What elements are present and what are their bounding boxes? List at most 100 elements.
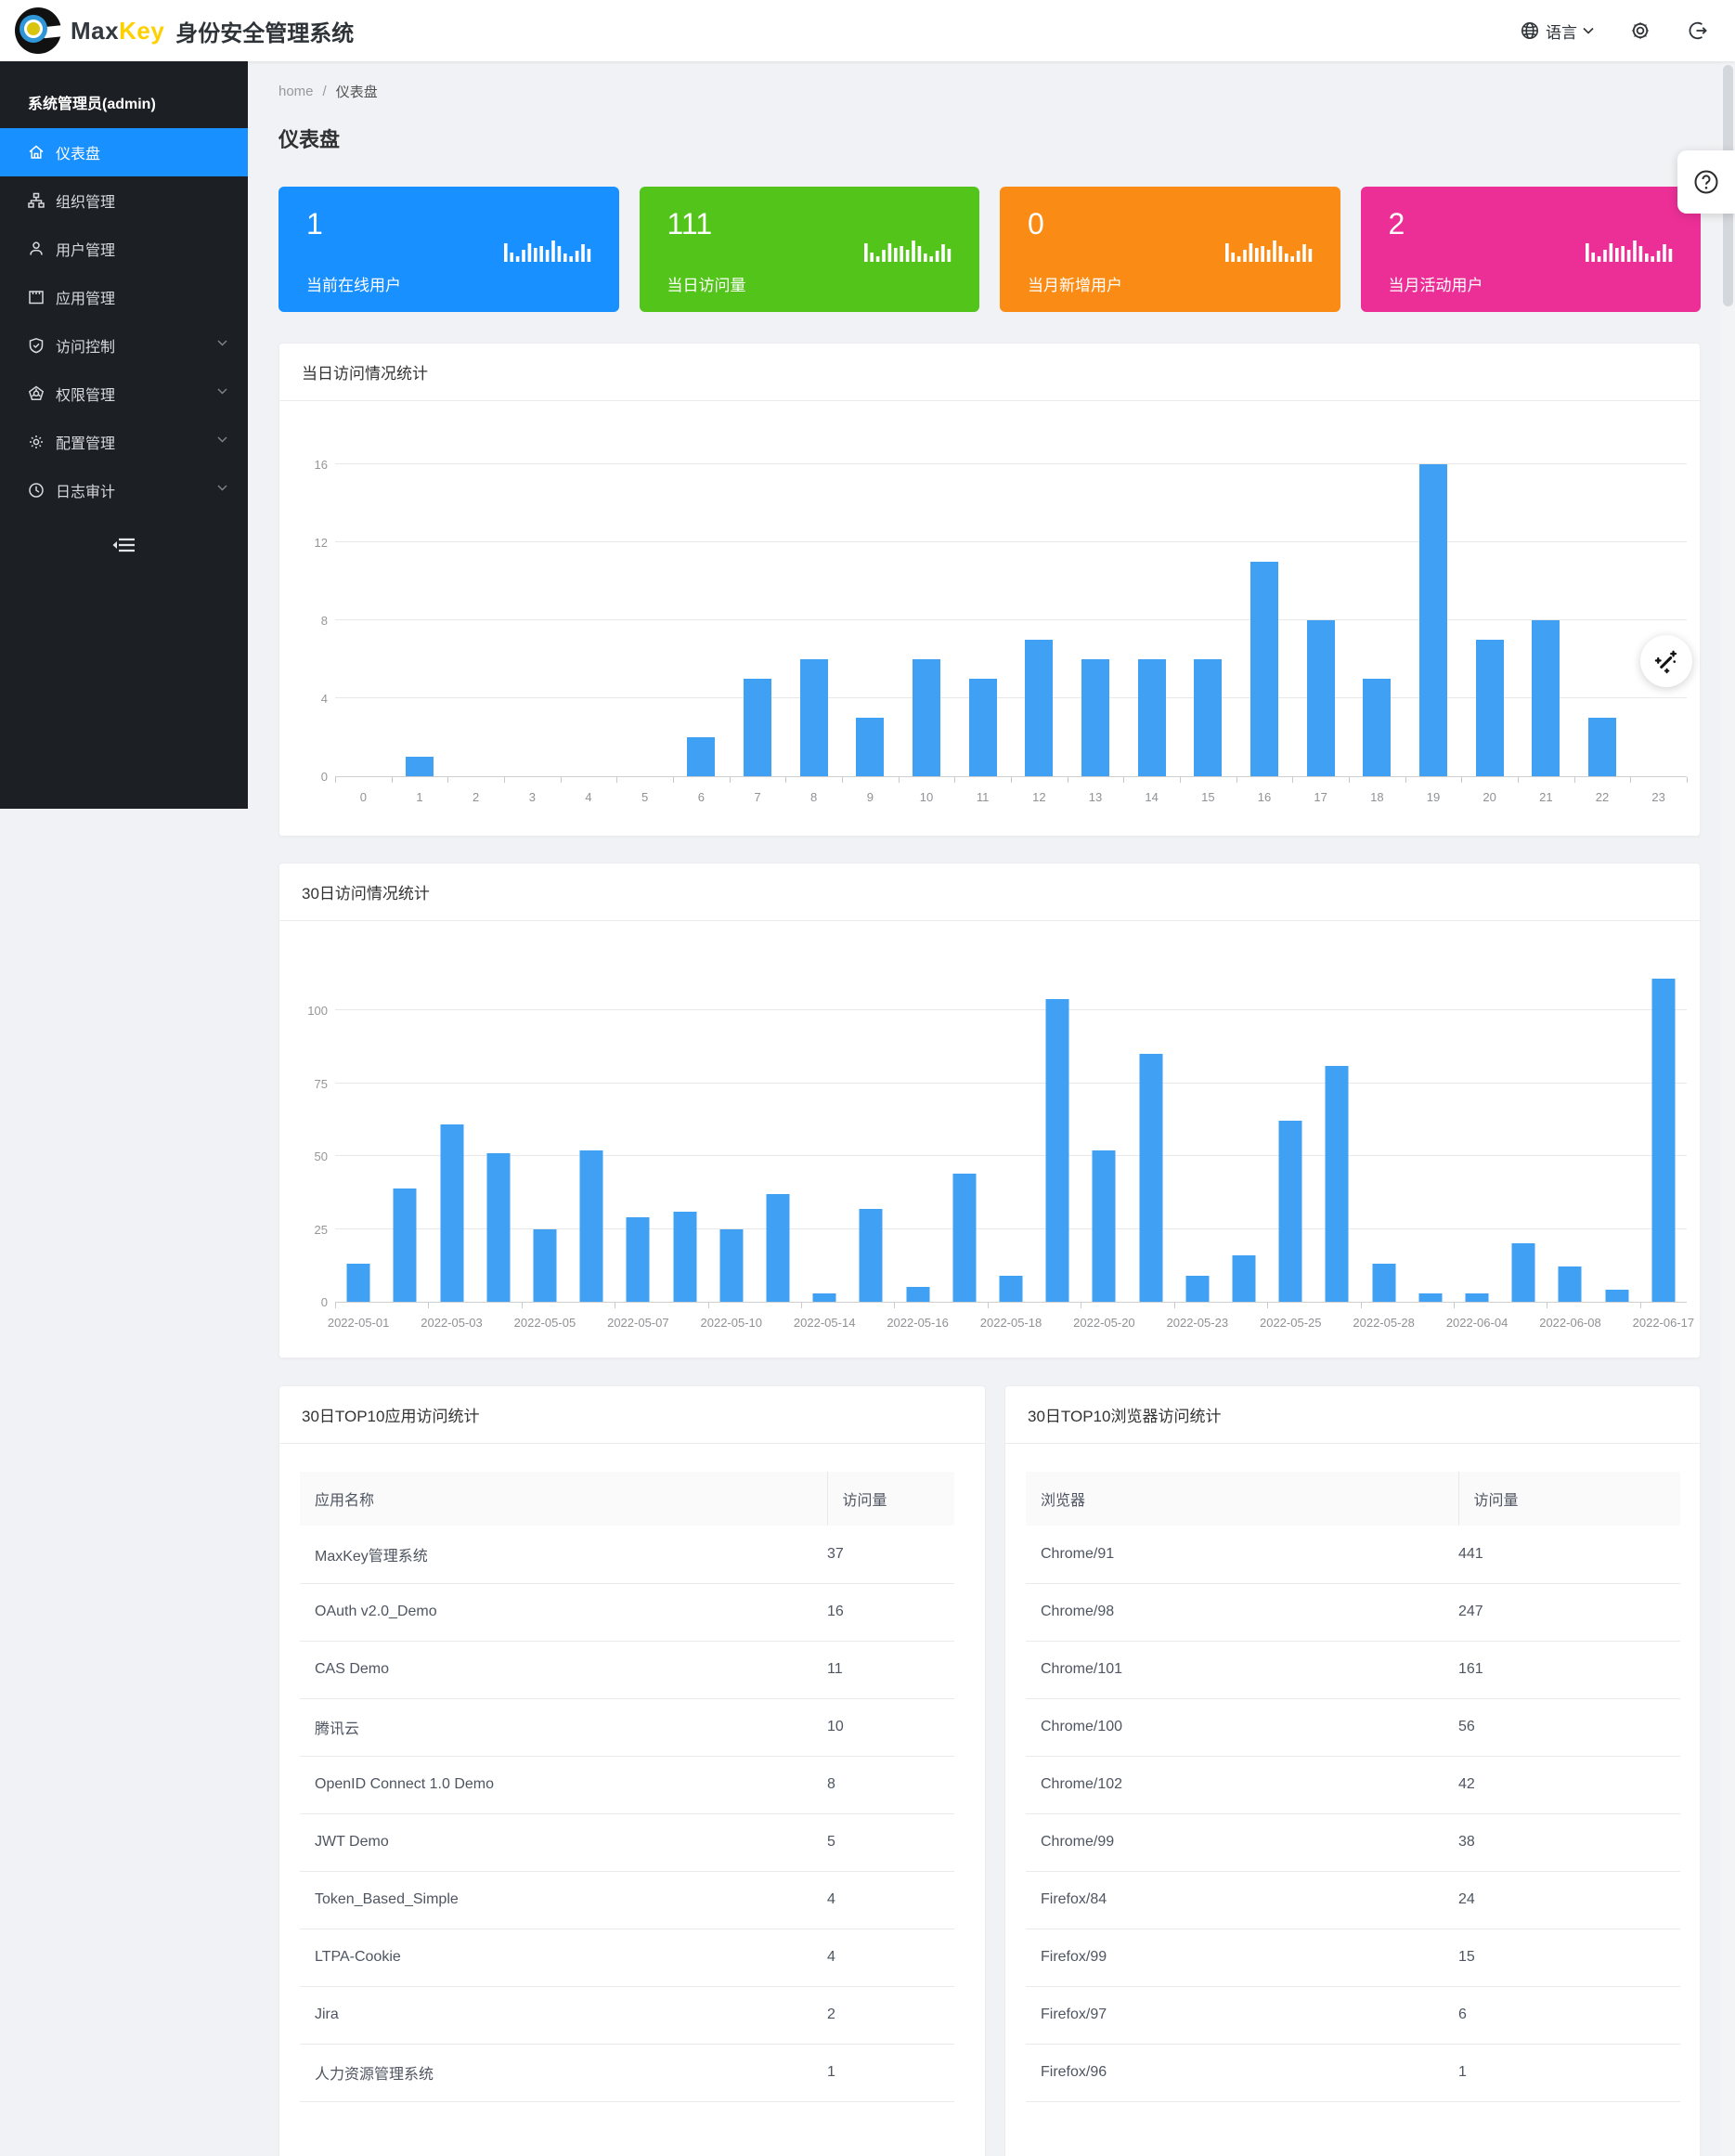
- x-axis-label: 9: [867, 790, 874, 804]
- stat-label: 当日访问量: [667, 272, 746, 295]
- row-value: 2: [827, 1986, 954, 2044]
- sidebar-item-4[interactable]: 访问控制: [0, 321, 248, 370]
- language-menu[interactable]: 语言: [1520, 19, 1594, 43]
- row-name: Chrome/98: [1026, 1583, 1458, 1641]
- x-axis-label: 2022-05-01: [328, 1316, 390, 1330]
- chevron-down-icon: [1583, 27, 1594, 34]
- bar-slot: [615, 976, 661, 1302]
- table-row: Firefox/976: [1026, 1986, 1680, 2044]
- row-value: 4: [827, 1871, 954, 1929]
- sidebar: 系统管理员(admin) 仪表盘组织管理用户管理应用管理访问控制权限管理配置管理…: [0, 61, 248, 809]
- row-value: 16: [827, 1583, 954, 1641]
- bar: [673, 1212, 696, 1302]
- table-row: Chrome/91441: [1026, 1526, 1680, 1583]
- sidebar-collapse-button[interactable]: [0, 535, 248, 555]
- sidebar-item-label: 应用管理: [56, 286, 115, 308]
- y-axis-label: 16: [287, 458, 328, 472]
- row-value: 15: [1458, 1929, 1680, 1986]
- monthly-visits-chart: 02550751002022-05-012022-05-032022-05-05…: [335, 976, 1687, 1334]
- bar-slot: [899, 465, 955, 776]
- stat-cards-row: 1当前在线用户111当日访问量0当月新增用户2当月活动用户: [278, 187, 1701, 312]
- bar: [1532, 620, 1560, 776]
- row-value: 1: [827, 2044, 954, 2101]
- breadcrumb-home-link[interactable]: home: [278, 84, 314, 99]
- sidebar-item-1[interactable]: 组织管理: [0, 176, 248, 225]
- row-name: Token_Based_Simple: [300, 1871, 827, 1929]
- magic-wand-icon: [1653, 648, 1679, 674]
- bar-slot: [1407, 976, 1454, 1302]
- home-icon: [28, 144, 45, 161]
- y-axis-label: 50: [287, 1149, 328, 1163]
- panel-title: 30日TOP10浏览器访问统计: [1005, 1386, 1700, 1444]
- sidebar-item-2[interactable]: 用户管理: [0, 225, 248, 273]
- bar: [1326, 1066, 1349, 1302]
- stat-label: 当月活动用户: [1389, 272, 1483, 295]
- bar: [687, 737, 715, 776]
- bar-slot: [1593, 976, 1639, 1302]
- bar: [1476, 640, 1504, 776]
- x-axis-label: 17: [1314, 790, 1327, 804]
- app-icon: [28, 289, 45, 305]
- row-value: 8: [827, 1756, 954, 1813]
- row-name: Firefox/84: [1026, 1871, 1458, 1929]
- logout-button[interactable]: [1687, 19, 1709, 42]
- x-axis-label: 4: [585, 790, 591, 804]
- bar-slot: [1454, 976, 1500, 1302]
- bar-slot: [1221, 976, 1267, 1302]
- table-row: 人力资源管理系统1: [300, 2044, 954, 2101]
- logout-icon: [1687, 19, 1709, 42]
- x-axis-label: 2022-05-28: [1353, 1316, 1415, 1330]
- x-axis-label: 0: [360, 790, 367, 804]
- bar-slot: [1518, 465, 1574, 776]
- bar-slot: [661, 976, 707, 1302]
- sidebar-item-6[interactable]: 配置管理: [0, 418, 248, 466]
- gear-icon: [1629, 19, 1651, 42]
- row-name: Firefox/96: [1026, 2044, 1458, 2101]
- panel-top10-apps: 30日TOP10应用访问统计 应用名称访问量MaxKey管理系统37OAuth …: [278, 1385, 986, 2156]
- chevron-down-icon: [217, 485, 227, 491]
- bar-slot: [616, 465, 673, 776]
- stat-value: 2: [1389, 207, 1674, 241]
- x-axis-label: 2022-05-14: [794, 1316, 856, 1330]
- bar-slot: [894, 976, 940, 1302]
- row-name: Firefox/97: [1026, 1986, 1458, 2044]
- column-header: 浏览器: [1026, 1472, 1458, 1526]
- sidebar-item-3[interactable]: 应用管理: [0, 273, 248, 321]
- bar-slot: [988, 976, 1034, 1302]
- bar-slot: [1127, 976, 1173, 1302]
- stat-label: 当月新增用户: [1028, 272, 1122, 295]
- sidebar-item-7[interactable]: 日志审计: [0, 466, 248, 514]
- sidebar-item-5[interactable]: 权限管理: [0, 370, 248, 418]
- bar-slot: [1174, 976, 1221, 1302]
- x-axis-label: 22: [1596, 790, 1609, 804]
- y-axis-label: 25: [287, 1223, 328, 1237]
- bar: [1418, 1293, 1442, 1302]
- row-value: 161: [1458, 1641, 1680, 1698]
- panel-top10-browsers: 30日TOP10浏览器访问统计 浏览器访问量Chrome/91441Chrome…: [1004, 1385, 1701, 2156]
- clock-icon: [28, 482, 45, 499]
- y-axis-label: 0: [287, 1295, 328, 1309]
- mini-bars-icon: [504, 238, 593, 262]
- panel-title: 30日TOP10应用访问统计: [279, 1386, 985, 1444]
- y-axis-label: 100: [287, 1004, 328, 1018]
- row-name: OAuth v2.0_Demo: [300, 1583, 827, 1641]
- row-value: 38: [1458, 1813, 1680, 1871]
- scrollbar[interactable]: [1721, 61, 1735, 2156]
- help-float-button[interactable]: [1677, 150, 1735, 214]
- bar-slot: [842, 465, 899, 776]
- app-header: MaxKey 身份安全管理系统 语言: [0, 0, 1735, 61]
- bar: [1250, 562, 1278, 776]
- bar: [1025, 640, 1053, 776]
- row-value: 441: [1458, 1526, 1680, 1583]
- bar-slot: [522, 976, 568, 1302]
- bar-slot: [335, 465, 392, 776]
- settings-button[interactable]: [1629, 19, 1651, 42]
- magic-wand-float-button[interactable]: [1640, 635, 1692, 687]
- bar: [906, 1287, 929, 1302]
- sidebar-item-0[interactable]: 仪表盘: [0, 128, 248, 176]
- bar-slot: [1068, 465, 1124, 776]
- x-axis-label: 2022-05-23: [1167, 1316, 1229, 1330]
- user-icon: [28, 240, 45, 257]
- table-row: OpenID Connect 1.0 Demo8: [300, 1756, 954, 1813]
- bar: [1046, 999, 1069, 1302]
